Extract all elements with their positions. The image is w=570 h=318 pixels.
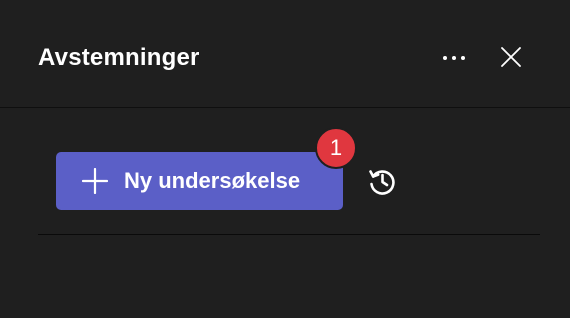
- close-button[interactable]: [495, 41, 527, 73]
- divider: [38, 234, 540, 235]
- panel-title: Avstemninger: [38, 44, 200, 71]
- plus-icon: [82, 168, 108, 194]
- more-options-button[interactable]: [438, 42, 470, 74]
- new-poll-label: Ny undersøkelse: [124, 168, 301, 193]
- notification-badge: 1: [315, 127, 357, 169]
- panel-header: Avstemninger: [0, 0, 570, 108]
- history-icon: [369, 170, 395, 195]
- history-button[interactable]: [366, 165, 398, 197]
- close-icon: [501, 47, 521, 67]
- more-horizontal-icon: [443, 56, 465, 60]
- new-poll-button[interactable]: Ny undersøkelse: [56, 152, 343, 210]
